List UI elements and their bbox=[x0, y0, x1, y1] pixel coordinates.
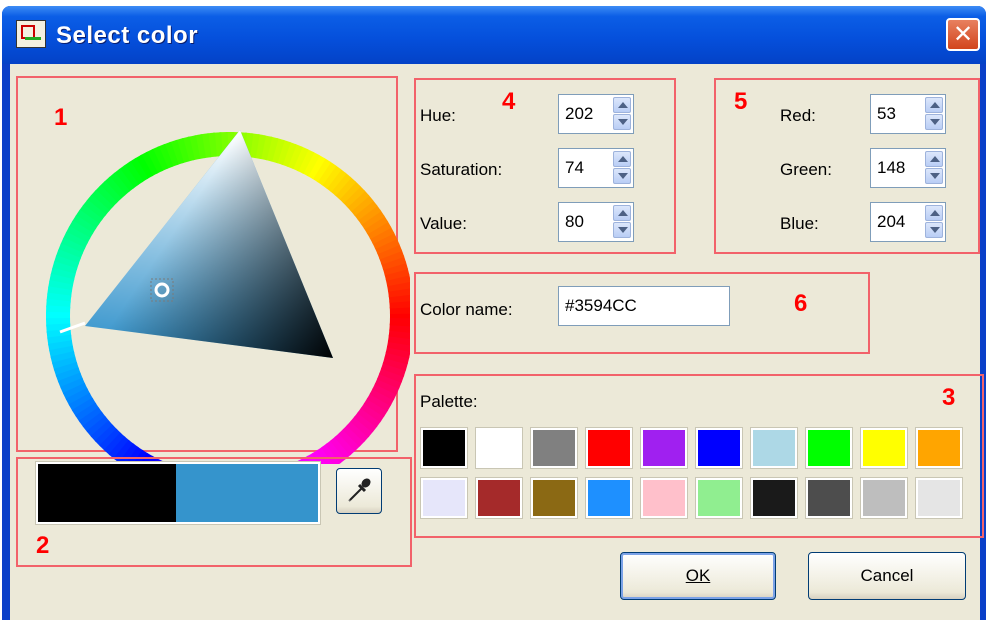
saturation-label: Saturation: bbox=[420, 160, 503, 179]
value-down-arrow[interactable] bbox=[613, 222, 631, 238]
value-label: Value: bbox=[420, 214, 467, 233]
saturation-spinbox[interactable]: 74 bbox=[558, 148, 634, 188]
hue-label: Hue: bbox=[420, 106, 456, 125]
color-name-input[interactable] bbox=[565, 296, 715, 316]
value-spinbox[interactable]: 80 bbox=[558, 202, 634, 242]
eyedropper-button[interactable] bbox=[336, 468, 382, 514]
palette-swatch[interactable] bbox=[750, 477, 798, 519]
green-up-arrow[interactable] bbox=[925, 151, 943, 167]
ok-button[interactable]: OK bbox=[620, 552, 776, 600]
color-name-label: Color name: bbox=[420, 300, 513, 319]
palette-swatch[interactable] bbox=[420, 427, 468, 469]
green-value[interactable]: 148 bbox=[877, 158, 905, 178]
app-icon bbox=[16, 20, 46, 48]
blue-value[interactable]: 204 bbox=[877, 212, 905, 232]
palette-swatch[interactable] bbox=[860, 477, 908, 519]
close-icon: ✕ bbox=[952, 20, 974, 48]
palette-swatch[interactable] bbox=[695, 477, 743, 519]
dialog-body: 1 2 4 Hue: 202 Saturation: 74 Value: 80 … bbox=[10, 64, 984, 620]
palette-swatch[interactable] bbox=[805, 477, 853, 519]
new-color-swatch bbox=[176, 464, 318, 522]
title-bar[interactable]: Select color ✕ bbox=[2, 6, 986, 64]
blue-down-arrow[interactable] bbox=[925, 222, 943, 238]
palette-swatch[interactable] bbox=[585, 477, 633, 519]
palette-swatch[interactable] bbox=[585, 427, 633, 469]
red-value[interactable]: 53 bbox=[877, 104, 896, 124]
saturation-up-arrow[interactable] bbox=[613, 151, 631, 167]
green-spinbox[interactable]: 148 bbox=[870, 148, 946, 188]
palette-swatch[interactable] bbox=[420, 477, 468, 519]
palette-swatch[interactable] bbox=[805, 427, 853, 469]
green-down-arrow[interactable] bbox=[925, 168, 943, 184]
select-color-dialog: Select color ✕ 1 2 4 Hue: 202 Saturation… bbox=[2, 6, 986, 620]
blue-spinbox[interactable]: 204 bbox=[870, 202, 946, 242]
annotation-2: 2 bbox=[36, 532, 50, 559]
palette-swatch[interactable] bbox=[915, 427, 963, 469]
red-down-arrow[interactable] bbox=[925, 114, 943, 130]
red-up-arrow[interactable] bbox=[925, 97, 943, 113]
palette-swatch[interactable] bbox=[475, 427, 523, 469]
hue-up-arrow[interactable] bbox=[613, 97, 631, 113]
palette-swatch[interactable] bbox=[915, 477, 963, 519]
color-name-field[interactable] bbox=[558, 286, 730, 326]
annotation-3: 3 bbox=[942, 384, 956, 411]
red-label: Red: bbox=[780, 106, 816, 125]
palette-swatch[interactable] bbox=[475, 477, 523, 519]
palette-swatch[interactable] bbox=[530, 427, 578, 469]
annotation-4: 4 bbox=[502, 88, 516, 115]
hue-down-arrow[interactable] bbox=[613, 114, 631, 130]
window-title: Select color bbox=[56, 22, 199, 49]
palette-swatch[interactable] bbox=[640, 427, 688, 469]
palette-label: Palette: bbox=[420, 392, 478, 411]
cancel-button[interactable]: Cancel bbox=[808, 552, 966, 600]
hue-spinbox[interactable]: 202 bbox=[558, 94, 634, 134]
palette-swatch[interactable] bbox=[695, 427, 743, 469]
value-up-arrow[interactable] bbox=[613, 205, 631, 221]
hue-value[interactable]: 202 bbox=[565, 104, 593, 124]
close-button[interactable]: ✕ bbox=[946, 18, 980, 51]
red-spinbox[interactable]: 53 bbox=[870, 94, 946, 134]
saturation-down-arrow[interactable] bbox=[613, 168, 631, 184]
palette-swatch[interactable] bbox=[640, 477, 688, 519]
annotation-6: 6 bbox=[794, 290, 808, 317]
blue-label: Blue: bbox=[780, 214, 819, 233]
palette-swatch[interactable] bbox=[530, 477, 578, 519]
saturation-value[interactable]: 74 bbox=[565, 158, 584, 178]
color-wheel[interactable] bbox=[10, 64, 410, 464]
palette-swatch[interactable] bbox=[860, 427, 908, 469]
green-label: Green: bbox=[780, 160, 832, 179]
old-color-swatch bbox=[38, 464, 176, 522]
palette-swatch[interactable] bbox=[750, 427, 798, 469]
value-value[interactable]: 80 bbox=[565, 212, 584, 232]
annotation-5: 5 bbox=[734, 88, 748, 115]
blue-up-arrow[interactable] bbox=[925, 205, 943, 221]
eyedropper-icon bbox=[348, 478, 371, 502]
color-preview bbox=[36, 462, 320, 524]
